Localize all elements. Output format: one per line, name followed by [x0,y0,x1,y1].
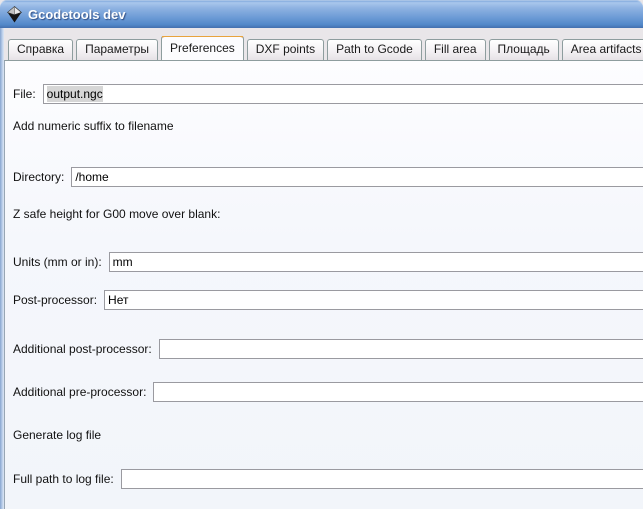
file-value: output.ngc [46,86,103,102]
file-input[interactable]: output.ngc [42,84,643,104]
row-directory: Directory: /home [13,166,643,188]
tab-площадь[interactable]: Площадь [488,39,559,60]
row-post-processor: Post-processor: Нет [13,289,643,311]
row-additional-pre-processor: Additional pre-processor: [13,381,643,403]
directory-value: /home [75,170,109,184]
post-processor-value: Нет [108,293,129,307]
directory-input[interactable]: /home [71,167,643,187]
tab-fill-area[interactable]: Fill area [424,39,486,60]
row-z-safe-height: Z safe height for G00 move over blank: [13,203,643,225]
tab-path-to-gcode[interactable]: Path to Gcode [327,39,422,60]
units-input[interactable]: mm [108,252,643,272]
tab-dxf-points[interactable]: DXF points [246,39,325,60]
full-path-to-log-file-label: Full path to log file: [13,472,114,486]
additional-post-processor-input[interactable] [158,339,643,359]
additional-pre-processor-input[interactable] [153,382,643,402]
titlebar[interactable]: Gcodetools dev [0,0,643,28]
full-path-to-log-file-input[interactable] [120,469,643,489]
post-processor-label: Post-processor: [13,293,98,307]
preferences-tab-panel: File: output.ngc Add numeric suffix to fil… [4,60,643,509]
row-add-numeric-suffix: Add numeric suffix to filename [13,115,643,137]
tab-параметры[interactable]: Параметры [76,39,159,60]
tab-area-artifacts[interactable]: Area artifacts [561,39,643,60]
additional-post-processor-label: Additional post-processor: [13,342,152,356]
file-label: File: [13,87,36,101]
row-additional-post-processor: Additional post-processor: [13,338,643,360]
directory-label: Directory: [13,170,65,184]
tab-strip: Справка Параметры Preferences DXF points Pat… [4,36,643,60]
row-generate-log-file: Generate log file [13,424,643,446]
add-numeric-suffix-label: Add numeric suffix to filename [13,119,174,133]
row-full-path-to-log-file: Full path to log file: [13,468,643,490]
row-file: File: output.ngc [13,83,643,105]
tab-справка[interactable]: Справка [8,39,74,60]
z-safe-height-label: Z safe height for G00 move over blank: [13,207,221,221]
units-value: mm [112,255,133,269]
tab-preferences[interactable]: Preferences [161,36,244,60]
post-processor-input[interactable]: Нет [104,290,643,310]
gcodetools-window: Gcodetools dev Справка Параметры Preferenc… [0,0,643,509]
row-units: Units (mm or in): mm [13,251,643,273]
inkscape-icon [6,5,23,22]
generate-log-file-label: Generate log file [13,428,102,442]
additional-pre-processor-label: Additional pre-processor: [13,385,147,399]
window-title: Gcodetools dev [28,6,126,22]
units-label: Units (mm or in): [13,255,102,269]
